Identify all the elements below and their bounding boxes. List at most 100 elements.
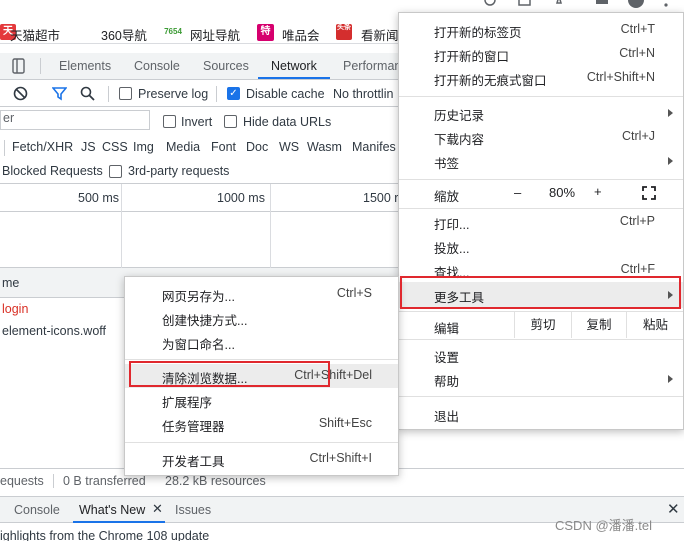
grid-line xyxy=(270,212,271,268)
tick-label: 1500 r xyxy=(363,191,399,205)
device-toolbar-icon[interactable] xyxy=(12,58,28,74)
menu-history[interactable]: 历史记录 xyxy=(399,101,683,125)
menu-shortcut: Ctrl+Shift+N xyxy=(586,70,655,84)
menu-label: 书签 xyxy=(434,157,460,171)
fullscreen-icon[interactable] xyxy=(642,186,656,200)
bookmark-news[interactable]: 看新闻 xyxy=(361,25,399,44)
menu-label: 历史记录 xyxy=(434,109,485,123)
type-fetch-xhr[interactable]: Fetch/XHR xyxy=(12,140,73,154)
type-js[interactable]: JS xyxy=(81,140,96,154)
menu-shortcut: Shift+Esc xyxy=(318,416,372,430)
type-doc[interactable]: Doc xyxy=(246,140,268,154)
bookmark-vip[interactable]: 唯品会 xyxy=(282,25,320,44)
menu-label: 开发者工具 xyxy=(162,455,225,469)
whats-new-panel: ighlights from the Chrome 108 update CSD… xyxy=(0,518,684,541)
request-row-login[interactable]: login xyxy=(2,302,28,316)
resources-size: 28.2 kB resources xyxy=(165,474,266,488)
grid-line xyxy=(121,212,122,268)
menu-bookmarks[interactable]: 书签 xyxy=(399,149,683,173)
clear-icon[interactable] xyxy=(13,86,28,101)
extension-icon[interactable] xyxy=(594,0,610,8)
invert-label: Invert xyxy=(181,115,213,129)
hide-data-urls-checkbox[interactable] xyxy=(224,115,237,128)
vip-icon: 特 xyxy=(257,24,274,41)
menu-shortcut: Ctrl+Shift+I xyxy=(309,451,372,465)
divider xyxy=(40,58,41,74)
menu-exit[interactable]: 退出 xyxy=(399,402,683,426)
type-media[interactable]: Media xyxy=(166,140,200,154)
toutiao-icon: 头条 xyxy=(336,24,352,40)
request-row-font[interactable]: element-icons.woff xyxy=(2,324,106,338)
bookmark-360[interactable]: 360导航 xyxy=(101,25,147,44)
divider xyxy=(53,474,54,488)
menu-extensions[interactable]: 扩展程序 xyxy=(125,388,398,412)
preserve-log-checkbox[interactable] xyxy=(119,87,132,100)
name-column-header[interactable]: me xyxy=(2,276,19,290)
type-wasm[interactable]: Wasm xyxy=(307,140,342,154)
third-party-checkbox[interactable] xyxy=(109,165,122,178)
divider xyxy=(4,140,5,156)
filter-value: er xyxy=(3,111,15,125)
menu-save-page[interactable]: 网页另存为... Ctrl+S xyxy=(125,282,398,306)
grid-line xyxy=(270,184,271,212)
type-img[interactable]: Img xyxy=(133,140,154,154)
star-icon[interactable] xyxy=(551,0,567,8)
search-icon[interactable] xyxy=(483,0,499,8)
type-ws[interactable]: WS xyxy=(279,140,299,154)
share-icon[interactable] xyxy=(517,0,533,8)
menu-shortcut: Ctrl+J xyxy=(622,129,655,143)
highlight-more-tools xyxy=(400,276,681,309)
tab-console[interactable]: Console xyxy=(134,59,180,73)
menu-cast[interactable]: 投放... xyxy=(399,234,683,258)
type-font[interactable]: Font xyxy=(211,140,236,154)
menu-create-shortcut[interactable]: 创建快捷方式... xyxy=(125,306,398,330)
menu-incognito[interactable]: 打开新的无痕式窗口 Ctrl+Shift+N xyxy=(399,66,683,90)
disable-cache-label: Disable cache xyxy=(246,87,325,101)
tab-performance[interactable]: Performan xyxy=(343,59,401,73)
tab-sources[interactable]: Sources xyxy=(203,59,249,73)
menu-name-window[interactable]: 为窗口命名... xyxy=(125,330,398,354)
kebab-menu-icon[interactable] xyxy=(659,0,673,9)
menu-print[interactable]: 打印... Ctrl+P xyxy=(399,210,683,234)
menu-settings[interactable]: 设置 xyxy=(399,343,683,367)
bookmark-wangzhi[interactable]: 网址导航 xyxy=(190,25,240,44)
menu-label: 任务管理器 xyxy=(162,420,225,434)
menu-separator xyxy=(399,396,683,397)
invert-checkbox[interactable] xyxy=(163,115,176,128)
requests-count: equests xyxy=(0,474,44,488)
tab-network[interactable]: Network xyxy=(271,59,317,73)
filter-icon[interactable] xyxy=(52,86,67,101)
type-css[interactable]: CSS xyxy=(102,140,128,154)
avatar-icon[interactable] xyxy=(626,0,646,9)
menu-new-window[interactable]: 打开新的窗口 Ctrl+N xyxy=(399,42,683,66)
menu-new-tab[interactable]: 打开新的标签页 Ctrl+T xyxy=(399,18,683,42)
type-manifest[interactable]: Manifes xyxy=(352,140,396,154)
divider xyxy=(108,86,109,102)
disable-cache-checkbox[interactable]: ✓ xyxy=(227,87,240,100)
menu-label: 编辑 xyxy=(434,322,460,336)
cut-button[interactable]: 剪切 xyxy=(514,312,571,338)
menu-separator xyxy=(399,339,683,340)
menu-shortcut: Ctrl+S xyxy=(336,286,372,300)
search-icon[interactable] xyxy=(80,86,95,101)
whats-new-heading: ighlights from the Chrome 108 update xyxy=(0,529,210,541)
copy-button[interactable]: 复制 xyxy=(571,312,626,338)
paste-button[interactable]: 粘贴 xyxy=(626,312,684,338)
filter-input[interactable]: er xyxy=(0,110,150,130)
drawer-tab-console[interactable]: Console xyxy=(14,503,60,517)
tab-elements[interactable]: Elements xyxy=(59,59,111,73)
close-drawer-icon[interactable]: ✕ xyxy=(667,500,680,518)
menu-task-manager[interactable]: 任务管理器 Shift+Esc xyxy=(125,412,398,436)
menu-downloads[interactable]: 下载内容 Ctrl+J xyxy=(399,125,683,149)
drawer-tab-issues[interactable]: Issues xyxy=(175,503,211,517)
close-tab-icon[interactable]: ✕ xyxy=(152,501,163,517)
zoom-out-button[interactable]: – xyxy=(514,185,521,209)
bookmark-tmall[interactable]: 天猫超市 xyxy=(10,25,60,44)
drawer-tab-whats-new[interactable]: What's New xyxy=(79,503,145,517)
menu-developer-tools[interactable]: 开发者工具 Ctrl+Shift+I xyxy=(125,447,398,471)
throttling-select[interactable]: No throttlin xyxy=(333,87,393,101)
submenu-arrow-icon xyxy=(668,157,673,165)
menu-help[interactable]: 帮助 xyxy=(399,367,683,391)
menu-label: 打印... xyxy=(434,218,470,232)
zoom-in-button[interactable]: + xyxy=(594,184,602,208)
